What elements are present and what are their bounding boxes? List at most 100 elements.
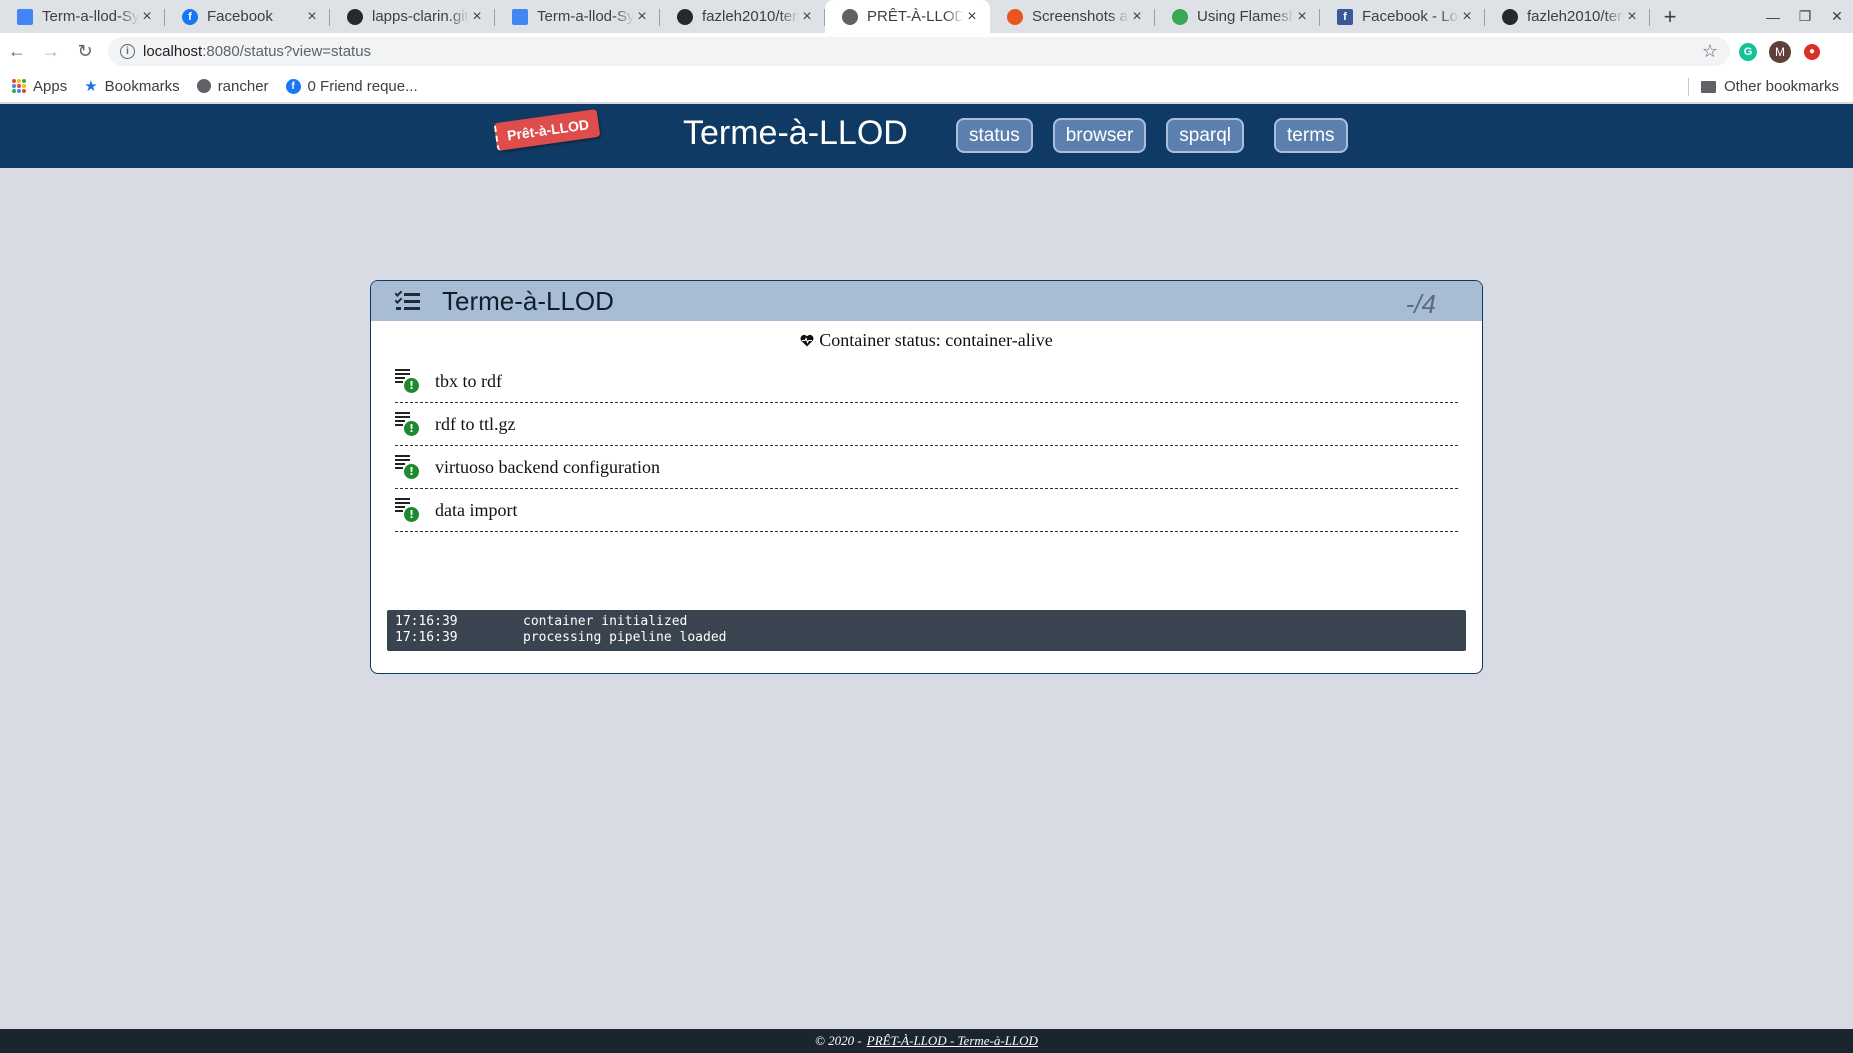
log-entry: 17:16:39 processing pipeline loaded: [395, 630, 1458, 646]
extension-button[interactable]: ●: [1798, 38, 1826, 66]
log-message: container initialized: [523, 614, 688, 629]
facebook-icon: f: [285, 78, 301, 94]
site-header: Prêt-à-LLOD Terme-à-LLOD status browser …: [0, 104, 1853, 168]
close-icon[interactable]: ×: [964, 8, 980, 26]
grammarly-extension[interactable]: G: [1734, 38, 1762, 66]
globe-icon: [196, 79, 211, 93]
star-icon: ★: [84, 78, 98, 95]
bookmark-star-icon[interactable]: ☆: [1702, 41, 1718, 62]
close-icon[interactable]: ×: [1129, 8, 1145, 26]
back-icon[interactable]: ←: [0, 35, 34, 69]
pipeline-step: ! virtuoso backend configuration: [395, 446, 1458, 489]
step-label: rdf to ttl.gz: [435, 413, 516, 434]
browser-tab[interactable]: f Facebook ×: [165, 0, 330, 33]
site-brand-title: Terme-à-LLOD: [683, 114, 908, 152]
forward-icon[interactable]: →: [34, 35, 68, 69]
folder-icon: [1700, 80, 1716, 93]
bookmarks-bar: Apps ★ Bookmarks rancher f 0 Friend requ…: [0, 70, 1853, 103]
bookmark-friend-requests[interactable]: f 0 Friend reque...: [285, 77, 418, 95]
close-icon[interactable]: ×: [1624, 8, 1640, 26]
tab-title: Term-a-llod-System: [42, 8, 139, 25]
pipeline-step: ! tbx to rdf: [395, 360, 1458, 403]
tab-title: Term-a-llod-System: [537, 8, 634, 25]
pipeline-steps: ! tbx to rdf ! rdf to ttl.gz ! virtuoso …: [395, 360, 1458, 532]
step-pending-icon: !: [395, 453, 419, 479]
close-icon[interactable]: ×: [1459, 8, 1475, 26]
github-icon: [347, 8, 363, 25]
close-window-icon[interactable]: ✕: [1821, 0, 1853, 33]
close-icon[interactable]: ×: [304, 8, 320, 26]
tab-title: Facebook: [207, 8, 273, 25]
step-label: tbx to rdf: [435, 370, 502, 391]
info-icon[interactable]: i: [120, 44, 135, 59]
step-label: data import: [435, 499, 518, 520]
step-pending-icon: !: [395, 496, 419, 522]
pipeline-step: ! rdf to ttl.gz: [395, 403, 1458, 446]
panel-header: Terme-à-LLOD -/4: [371, 281, 1482, 321]
logo-ribbon[interactable]: Prêt-à-LLOD: [493, 108, 601, 152]
github-icon: [1502, 8, 1518, 25]
status-panel: Terme-à-LLOD -/4 Container status: conta…: [370, 280, 1483, 674]
new-tab-button[interactable]: +: [1650, 0, 1690, 33]
globe-icon: [842, 8, 858, 25]
browser-tab[interactable]: Using Flameshot ×: [1155, 0, 1320, 33]
panel-title: Terme-à-LLOD: [442, 285, 614, 316]
window-controls: — ❐ ✕: [1757, 0, 1853, 33]
site-footer: © 2020 - PRÊT-À-LLOD - Terme-à-LLOD: [0, 1029, 1853, 1053]
nav-status-button[interactable]: status: [956, 118, 1033, 153]
bookmark-apps[interactable]: Apps: [12, 78, 67, 95]
bookmark-bookmarks[interactable]: ★ Bookmarks: [84, 77, 179, 96]
nav-terms-button[interactable]: terms: [1274, 118, 1348, 153]
step-label: virtuoso backend configuration: [435, 456, 660, 477]
nav-browser-button[interactable]: browser: [1052, 118, 1147, 153]
log-message: processing pipeline loaded: [523, 630, 727, 645]
nav-sparql-button[interactable]: sparql: [1166, 118, 1245, 153]
footer-link[interactable]: PRÊT-À-LLOD - Terme-à-LLOD: [867, 1033, 1038, 1049]
apps-grid-icon: [12, 79, 26, 93]
log-entry: 17:16:39 container initialized: [395, 614, 1458, 630]
close-icon[interactable]: ×: [634, 8, 650, 26]
address-bar[interactable]: i localhost:8080/status?view=status ☆: [108, 37, 1730, 66]
url-host: localhost: [143, 43, 203, 60]
browser-tab[interactable]: Term-a-llod-System ×: [0, 0, 165, 33]
log-time: 17:16:39: [395, 630, 458, 645]
browser-tab[interactable]: lapps-clarin.github.io ×: [330, 0, 495, 33]
restore-icon[interactable]: ❐: [1789, 0, 1821, 33]
browser-tab[interactable]: Term-a-llod-System ×: [495, 0, 660, 33]
close-icon[interactable]: ×: [1294, 8, 1310, 26]
step-pending-icon: !: [395, 367, 419, 393]
tab-title: lapps-clarin.github.io: [372, 8, 469, 25]
url-text[interactable]: localhost:8080/status?view=status: [143, 43, 1702, 60]
doc-icon: [512, 8, 528, 25]
facebook-icon: f: [1337, 8, 1353, 25]
extension-icon: ●: [1804, 43, 1820, 60]
close-icon[interactable]: ×: [799, 8, 815, 26]
browser-tab[interactable]: f Facebook - Log In ×: [1320, 0, 1485, 33]
pipeline-step: ! data import: [395, 489, 1458, 532]
browser-tab[interactable]: Screenshots and ×: [990, 0, 1155, 33]
close-icon[interactable]: ×: [139, 8, 155, 26]
footer-copyright: © 2020 -: [815, 1033, 862, 1048]
browser-tab[interactable]: fazleh2010/term ×: [1485, 0, 1650, 33]
browser-toolbar: ← → ↻ i localhost:8080/status?view=statu…: [0, 33, 1853, 70]
bookmark-label: 0 Friend reque...: [307, 77, 418, 95]
bookmark-label: Apps: [33, 77, 68, 95]
bookmark-rancher[interactable]: rancher: [196, 78, 269, 95]
flameshot-icon: [1172, 8, 1188, 25]
tab-title: PRÊT-À-LLOD Term: [867, 8, 964, 25]
tab-title: fazleh2010/term: [1527, 8, 1624, 25]
other-bookmarks[interactable]: Other bookmarks: [1687, 70, 1839, 103]
step-pending-icon: !: [395, 410, 419, 436]
container-status-text: Container status: container-alive: [819, 329, 1053, 350]
other-bookmarks-label: Other bookmarks: [1723, 78, 1839, 95]
tab-title: Using Flameshot: [1197, 8, 1294, 25]
profile-avatar[interactable]: M: [1766, 38, 1794, 66]
minimize-icon[interactable]: —: [1757, 0, 1789, 33]
browser-tab[interactable]: fazleh2010/term ×: [660, 0, 825, 33]
url-path: :8080/status?view=status: [202, 43, 372, 60]
browser-tab-active[interactable]: PRÊT-À-LLOD Term ×: [825, 0, 990, 33]
reload-icon[interactable]: ↻: [68, 35, 102, 69]
site-nav: status browser sparql terms: [956, 118, 1368, 153]
ubuntu-icon: [1007, 8, 1023, 25]
close-icon[interactable]: ×: [469, 8, 485, 26]
